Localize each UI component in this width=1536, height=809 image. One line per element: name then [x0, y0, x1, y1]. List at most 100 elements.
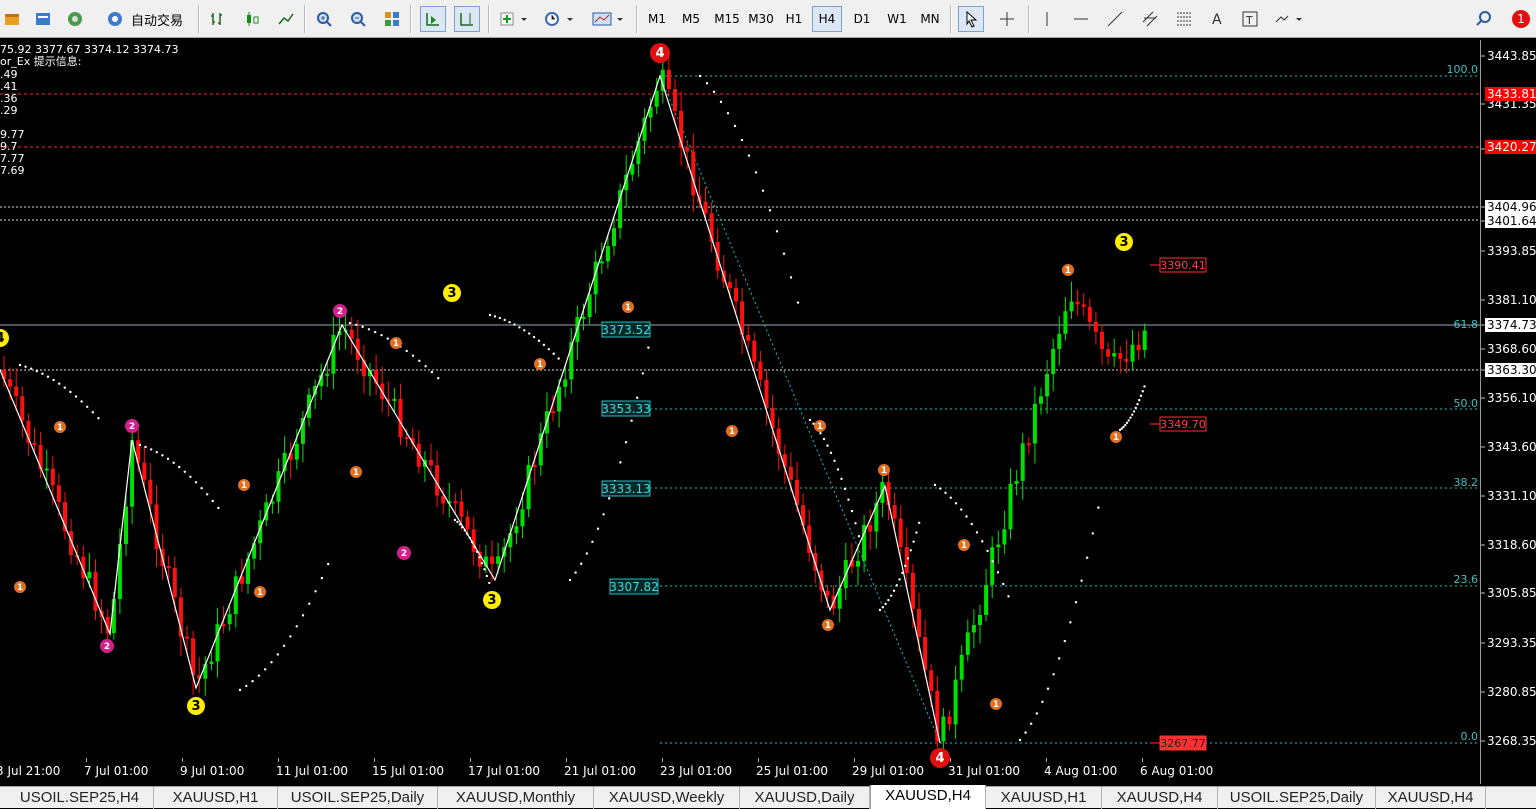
alerts-icon[interactable]: 1 — [1508, 6, 1534, 32]
trendline-icon[interactable] — [1102, 6, 1128, 32]
sar-dot — [166, 457, 170, 461]
tf-w1[interactable]: W1 — [882, 6, 912, 32]
wave-label: 1 — [825, 621, 831, 631]
sar-dot — [58, 382, 61, 385]
price-axis-label: 3404.96 — [1487, 200, 1536, 214]
sar-dot — [1131, 413, 1134, 416]
sar-dot — [503, 318, 506, 322]
candle-body — [959, 654, 964, 680]
channel-icon[interactable] — [1136, 6, 1164, 32]
sar-dot — [289, 635, 292, 638]
fibonacci-icon[interactable] — [1170, 6, 1198, 32]
candle-body — [734, 287, 738, 302]
templates-dropdown-icon[interactable] — [588, 6, 628, 32]
price-axis-label: 3268.35 — [1487, 734, 1536, 748]
sar-dot — [80, 400, 83, 403]
sar-dot — [898, 578, 901, 581]
tf-h1[interactable]: H1 — [780, 6, 808, 32]
bar-chart-icon[interactable] — [206, 6, 230, 32]
sar-dot — [1069, 621, 1072, 624]
vertical-line-icon[interactable] — [1036, 6, 1058, 32]
chart-tab[interactable]: XAUUSD,H1 — [986, 787, 1102, 809]
periods-dropdown-icon[interactable] — [540, 6, 578, 32]
horizontal-line-icon[interactable] — [1068, 6, 1094, 32]
auto-scroll-icon[interactable] — [420, 6, 446, 32]
zoom-out-icon[interactable] — [346, 6, 370, 32]
candle-body — [703, 201, 708, 214]
market-watch-icon[interactable] — [32, 6, 54, 32]
sar-dot — [1007, 595, 1010, 598]
sar-dot — [890, 594, 893, 597]
tf-mn[interactable]: MN — [914, 6, 946, 32]
candle-body — [868, 524, 873, 532]
svg-text:A: A — [1212, 12, 1222, 28]
sar-dot — [483, 568, 486, 571]
sar-dot — [975, 531, 979, 534]
new-order-icon[interactable] — [2, 6, 22, 32]
zoom-in-icon[interactable] — [312, 6, 336, 32]
sar-dot — [172, 461, 175, 464]
arrows-dropdown-icon[interactable] — [1270, 6, 1308, 32]
candle-body — [490, 556, 494, 564]
tf-m15[interactable]: M15 — [710, 6, 744, 32]
sar-dot — [1134, 406, 1137, 410]
candle-body — [605, 246, 610, 262]
sar-dot — [904, 564, 907, 568]
candle-body — [825, 590, 830, 596]
time-axis-tick — [758, 758, 759, 762]
sar-dot — [488, 581, 491, 585]
tf-m1[interactable]: M1 — [643, 6, 671, 32]
indicators-dropdown-icon[interactable] — [496, 6, 532, 32]
sar-dot — [437, 376, 440, 380]
cursor-icon[interactable] — [958, 6, 984, 32]
text-label-icon[interactable]: T — [1238, 6, 1262, 32]
sar-dot — [1074, 601, 1078, 604]
chart-tab[interactable]: XAUUSD,H4 — [1102, 787, 1218, 809]
candle-body — [398, 398, 403, 438]
chart-tab[interactable]: XAUUSD,Weekly — [594, 787, 740, 809]
text-tool-icon[interactable]: A — [1206, 6, 1228, 32]
sar-dot — [939, 487, 942, 490]
candle-body — [50, 468, 55, 486]
chart-tab[interactable]: USOIL.SEP25,Daily — [1218, 787, 1376, 809]
chart-tab[interactable]: XAUUSD,H4 — [1376, 787, 1486, 809]
tf-m30[interactable]: M30 — [744, 6, 778, 32]
sar-dot — [251, 679, 254, 683]
candle-body — [221, 624, 226, 627]
sar-dot — [981, 540, 984, 543]
candlestick-chart-icon[interactable] — [240, 6, 264, 32]
sar-dot — [1041, 700, 1044, 704]
sar-dot — [1124, 423, 1127, 427]
chart-tab[interactable]: XAUUSD,H1 — [154, 787, 278, 809]
chart-tab[interactable]: XAUUSD,H4 — [870, 785, 986, 809]
price-axis[interactable]: 3443.853431.353418.853404.963401.643393.… — [1480, 40, 1536, 784]
sar-dot — [884, 602, 887, 606]
chart-tab[interactable]: USOIL.SEP25,H4 — [6, 787, 154, 809]
crosshair-icon[interactable] — [994, 6, 1020, 32]
sar-dot — [892, 589, 896, 592]
sar-dot — [200, 486, 203, 490]
tf-m5[interactable]: M5 — [677, 6, 705, 32]
chart-shift-icon[interactable] — [454, 6, 480, 32]
sar-dot — [1122, 425, 1125, 429]
search-icon[interactable] — [1472, 6, 1496, 32]
sar-dot — [456, 520, 459, 524]
price-chart[interactable]: 4 1 1 2 2 3 1 1 2 1 1 2 3 3 1 1 4 1 1 1 1 4 1 1 1 1 3 3373.52 3353… — [0, 40, 1480, 784]
sar-dot — [624, 441, 628, 444]
sar-dot — [970, 522, 973, 526]
tf-h4[interactable]: H4 — [812, 6, 842, 32]
sar-dot — [847, 498, 850, 501]
sar-dot — [557, 357, 560, 360]
candle-body — [904, 547, 909, 573]
navigator-icon[interactable] — [64, 6, 86, 32]
candle-body — [941, 716, 946, 742]
auto-trade-button[interactable]: 自动交易 — [96, 6, 192, 32]
chart-tab[interactable]: XAUUSD,Daily — [740, 787, 870, 809]
fib-level-label: 61.8 — [1454, 318, 1479, 331]
chart-tab[interactable]: USOIL.SEP25,Daily — [278, 787, 438, 809]
time-axis-tick — [566, 758, 567, 762]
tile-windows-icon[interactable] — [380, 6, 404, 32]
line-chart-icon[interactable] — [274, 6, 298, 32]
tf-d1[interactable]: D1 — [848, 6, 876, 32]
chart-tab[interactable]: XAUUSD,Monthly — [438, 787, 594, 809]
